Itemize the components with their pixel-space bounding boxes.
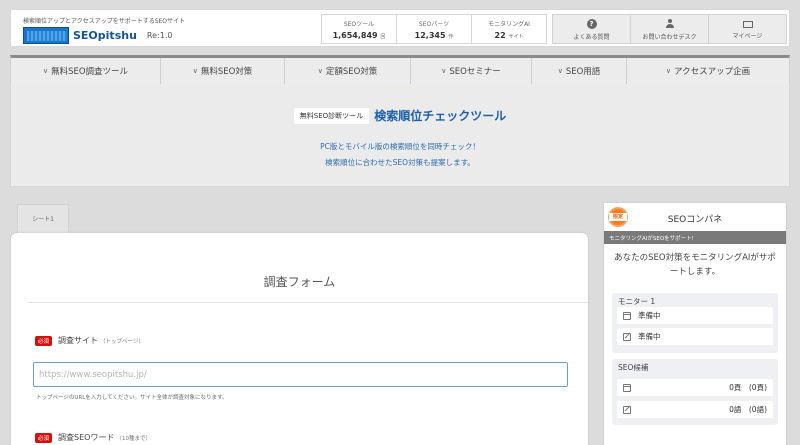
candidate-row[interactable]: 0頁 (0頁) (617, 379, 773, 396)
stat-unit: サイト (508, 34, 524, 40)
chevron-down-icon: ∨ (42, 67, 49, 75)
edit-icon (623, 332, 631, 341)
edit-icon (623, 405, 631, 414)
calendar-icon (623, 383, 631, 392)
seo-candidates-card: SEO候補 0頁 (0頁) 0語 (0語) (612, 359, 778, 425)
survey-form: 調査フォーム 必須調査サイト（トップページ） トップページのURLを入力してくだ… (11, 233, 588, 445)
stat-monitoring-ai: モニタリングAI 22 サイト (471, 14, 547, 44)
nav-item-label: SEOセミナー (449, 67, 501, 77)
nav-item-free-seo-tools[interactable]: ∨ 無料SEO調査ツール (11, 58, 161, 84)
contact-button[interactable]: お問い合わせデスク (630, 14, 709, 44)
nav-item-fixed-seo[interactable]: ∨ 定額SEO対策 (285, 58, 411, 84)
hero-description-1: PC版とモバイル版の検索順位を同時チェック！ (320, 142, 480, 151)
stats-bar: SEOツール 1,654,849 回 SEOパーツ 12,345 作 モニタリン… (321, 14, 547, 44)
faq-button[interactable]: ? よくある質問 (552, 14, 631, 44)
stat-unit: 回 (380, 34, 386, 40)
site-help-text: トップページのURLを入力してください。サイト全体が調査対象になります。 (36, 395, 228, 401)
nav-item-access-up[interactable]: ∨ アクセスアップ企画 (627, 58, 789, 84)
panel-description: あなたのSEO対策をモニタリングAIがサポートします。 (614, 253, 776, 277)
candidate-row-value: 0語 (0語) (729, 405, 767, 414)
word-label-text: 調査SEOワード (58, 433, 115, 442)
required-badge: 必須 (35, 432, 53, 443)
monitor-row[interactable]: 準備中 (617, 307, 773, 324)
logo-image[interactable] (23, 27, 69, 44)
site-tagline: 検索順位アップとアクセスアップをサポートするSEOサイト (23, 18, 186, 25)
contact-label: お問い合わせデスク (642, 34, 697, 41)
panel-title: SEOコンパネ (667, 215, 723, 225)
mypage-button[interactable]: マイページ (708, 14, 787, 44)
hero-badge: 無料SEO診断ツール (293, 107, 370, 124)
monitor-row-text: 準備中 (638, 332, 661, 341)
calendar-icon (623, 311, 631, 320)
monitor-title: モニター 1 (618, 297, 656, 306)
card-icon (742, 21, 753, 28)
monitor-row-text: 準備中 (638, 311, 661, 320)
candidate-row-value: 0頁 (0頁) (729, 383, 767, 392)
monitor-card: モニター 1 準備中 準備中 (612, 293, 778, 353)
stat-value: 22 (494, 31, 506, 40)
nav-item-label: 無料SEO対策 (200, 67, 253, 77)
stat-value: 1,654,849 (332, 31, 378, 40)
required-badge: 必須 (35, 335, 53, 346)
site-label-text: 調査サイト (58, 336, 99, 345)
page-title: 検索順位チェックツール (374, 109, 507, 123)
nav-item-label: SEO用語 (565, 67, 601, 77)
nav-item-label: 定額SEO対策 (325, 67, 378, 77)
limited-badge-icon: 限定 (608, 207, 628, 227)
word-label-note: （10種まで） (116, 436, 151, 442)
candidates-title: SEO候補 (618, 363, 649, 372)
stat-label: SEOパーツ (418, 21, 450, 28)
user-icon (665, 19, 675, 29)
word-field-label: 必須 調査SEOワード （10種まで） (35, 432, 151, 443)
nav-item-seo-glossary[interactable]: ∨ SEO用語 (532, 58, 627, 84)
nav-item-free-seo[interactable]: ∨ 無料SEO対策 (161, 58, 285, 84)
stat-value: 12,345 (414, 31, 446, 40)
nav-item-label: 無料SEO調査ツール (51, 67, 129, 77)
chevron-down-icon: ∨ (317, 67, 323, 75)
logo[interactable]: SEOpitshu Re:1.0 (23, 27, 172, 44)
tab-sheet-1[interactable]: シート1 (17, 204, 69, 233)
divider (27, 302, 588, 303)
site-field-label: 必須 調査サイト （トップページ） (35, 335, 144, 346)
chevron-down-icon: ∨ (441, 67, 447, 75)
stat-label: モニタリングAI (488, 21, 530, 28)
candidate-row[interactable]: 0語 (0語) (617, 401, 773, 418)
nav-item-seo-seminar[interactable]: ∨ SEOセミナー (411, 58, 532, 84)
main-nav: ∨ 無料SEO調査ツール ∨ 無料SEO対策 ∨ 定額SEO対策 ∨ SEOセミナー ∨… (10, 55, 790, 85)
logo-version: Re:1.0 (146, 31, 173, 40)
header-buttons: ? よくある質問 お問い合わせデスク マイページ (552, 14, 787, 44)
monitor-row[interactable]: 準備中 (617, 328, 773, 345)
faq-label: よくある質問 (573, 34, 610, 41)
panel-strip: モニタリングAIがSEOをサポート! (604, 231, 786, 244)
seo-control-panel: 限定 SEOコンパネ モニタリングAIがSEOをサポート! あなたのSEO対策を… (604, 203, 786, 445)
question-icon: ? (586, 19, 597, 29)
chevron-down-icon: ∨ (557, 67, 563, 75)
site-label-note: （トップページ） (100, 339, 144, 345)
site-url-input[interactable] (33, 362, 568, 387)
nav-item-label: アクセスアップ企画 (674, 67, 751, 77)
mypage-label: マイページ (732, 33, 763, 40)
stat-label: SEOツール (343, 21, 375, 28)
chevron-down-icon: ∨ (192, 67, 198, 75)
stat-seo-parts: SEOパーツ 12,345 作 (396, 14, 472, 44)
limited-badge-text: 限定 (609, 213, 627, 221)
site-header: 検索順位アップとアクセスアップをサポートするSEOサイト SEOpitshu R… (10, 9, 790, 47)
logo-text[interactable]: SEOpitshu (73, 29, 137, 42)
form-title: 調査フォーム (263, 275, 336, 289)
stat-seo-tool: SEOツール 1,654,849 回 (321, 14, 397, 44)
stat-unit: 作 (448, 34, 454, 40)
chevron-down-icon: ∨ (665, 67, 672, 75)
hero-description-2: 検索順位に合わせたSEO対策も提案します。 (325, 158, 475, 167)
hero-banner: 無料SEO診断ツール 検索順位チェックツール PC版とモバイル版の検索順位を同時… (10, 84, 790, 187)
